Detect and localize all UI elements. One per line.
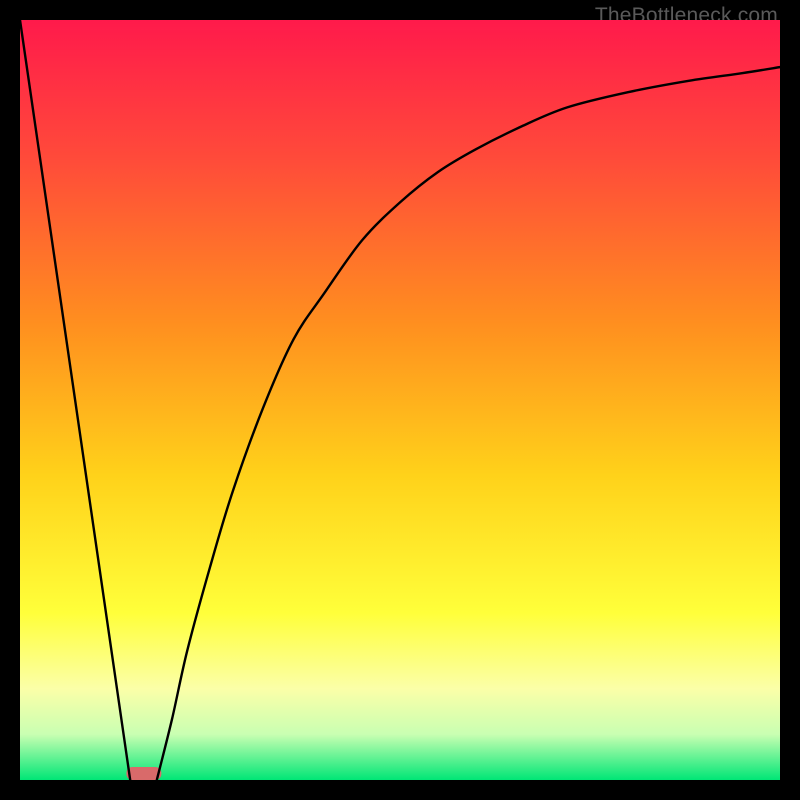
chart-frame: TheBottleneck.com bbox=[0, 0, 800, 800]
plot-area bbox=[20, 20, 780, 780]
chart-svg bbox=[20, 20, 780, 780]
gradient-background bbox=[20, 20, 780, 780]
